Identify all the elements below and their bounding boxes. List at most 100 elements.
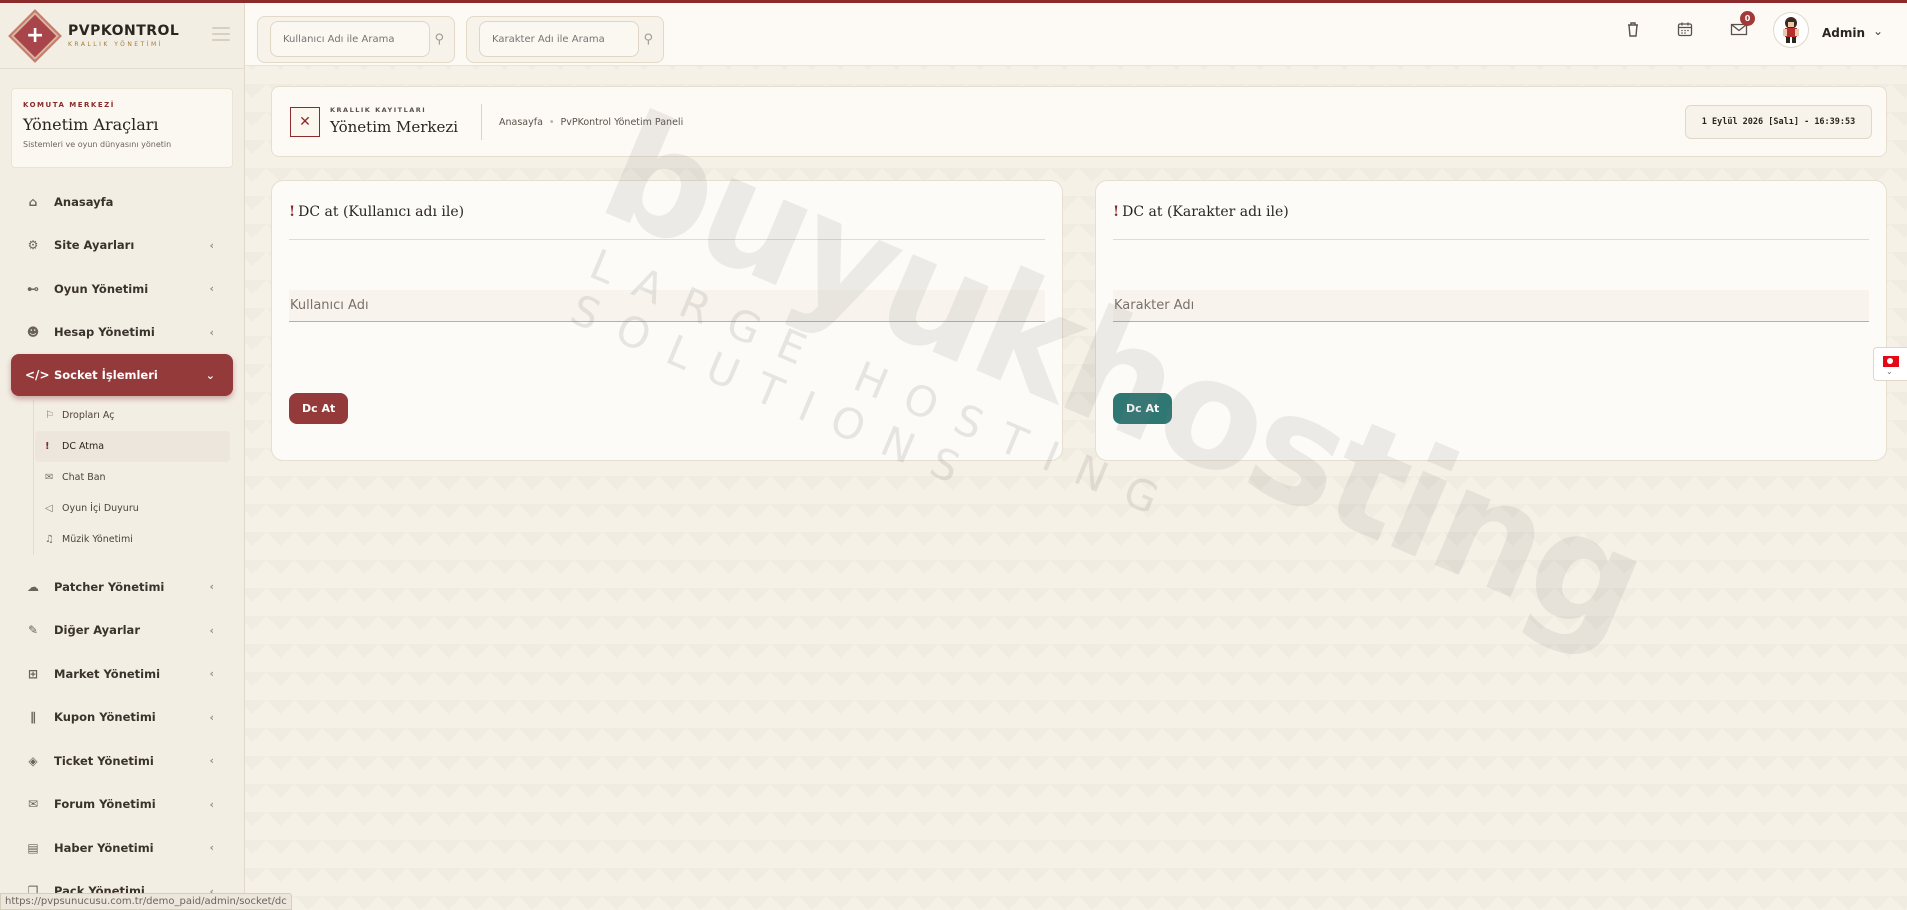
cart-icon: ⊞ — [27, 666, 39, 681]
close-icon[interactable]: ✕ — [290, 107, 320, 137]
sidebar-item-patcher-yonetimi[interactable]: ☁ Patcher Yönetimi ‹ — [0, 565, 244, 609]
chevron-left-icon: ‹ — [209, 238, 214, 252]
divider — [481, 104, 482, 140]
status-url: https://pvpsunucusu.com.tr/demo_paid/adm… — [0, 893, 292, 910]
sidebar-item-market-yonetimi[interactable]: ⊞ Market Yönetimi ‹ — [0, 652, 244, 696]
page-header-card: ✕ KRALLIK KAYITLARI Yönetim Merkezi Anas… — [271, 86, 1887, 157]
code-icon: </> — [25, 368, 50, 382]
chat-icon: ✉ — [45, 472, 54, 483]
breadcrumb-home-link[interactable]: Anasayfa — [499, 117, 543, 128]
sidebar-item-label: Site Ayarları — [54, 238, 135, 253]
sidebar-item-diger-ayarlar[interactable]: ✎ Diğer Ayarlar ‹ — [0, 609, 244, 653]
submenu-item-droplari-ac[interactable]: ⚐ Dropları Aç — [35, 400, 230, 431]
sidebar-item-oyun-yonetimi[interactable]: ⊷ Oyun Yönetimi ‹ — [0, 267, 244, 311]
gift-icon: ⚐ — [45, 410, 54, 421]
chevron-left-icon: ‹ — [209, 754, 214, 768]
sidebar-item-label: Haber Yönetimi — [54, 840, 154, 855]
gamepad-icon: ⊷ — [27, 281, 39, 296]
submenu-item-label: Oyun İçi Duyuru — [62, 503, 139, 514]
tools-description: Sistemleri ve oyun dünyasını yönetin — [23, 140, 172, 149]
ticket-icon: ◈ — [28, 753, 38, 768]
newspaper-icon: ▤ — [27, 840, 39, 855]
character-name-input[interactable] — [1113, 290, 1869, 322]
chevron-left-icon: ‹ — [209, 282, 214, 296]
dc-at-username-button[interactable]: Dc At — [289, 393, 349, 424]
exclamation-icon: ! — [45, 441, 50, 452]
hamburger-icon[interactable] — [212, 27, 230, 45]
sidebar-item-forum-yonetimi[interactable]: ✉ Forum Yönetimi ‹ — [0, 783, 244, 827]
sidebar-item-socket-islemleri[interactable]: </> Socket İşlemleri ⌄ — [11, 354, 233, 396]
users-icon: ☻ — [26, 325, 40, 340]
chevron-left-icon: ‹ — [209, 841, 214, 855]
submenu-item-label: Chat Ban — [62, 472, 106, 483]
exclamation-icon: ! — [289, 204, 296, 220]
sidebar-item-hesap-yonetimi[interactable]: ☻ Hesap Yönetimi ‹ — [0, 311, 244, 355]
sidebar-item-ticket-yonetimi[interactable]: ◈ Ticket Yönetimi ‹ — [0, 739, 244, 783]
chevron-left-icon: ‹ — [209, 667, 214, 681]
search-icon[interactable]: ⚲ — [643, 32, 653, 47]
gear-icon: ⚙ — [27, 238, 39, 253]
search-icon[interactable]: ⚲ — [434, 32, 444, 47]
brand[interactable]: + PVPKONTROL KRALLIK YÖNETİMİ — [0, 3, 244, 69]
user-search-box: ⚲ — [257, 16, 455, 63]
tools-card: KOMUTA MERKEZİ Yönetim Araçları Sistemle… — [11, 88, 233, 168]
sidebar-item-haber-yonetimi[interactable]: ▤ Haber Yönetimi ‹ — [0, 826, 244, 870]
submenu-item-muzik-yonetimi[interactable]: ♫ Müzik Yönetimi — [35, 524, 230, 555]
avatar[interactable] — [1773, 12, 1809, 48]
brand-subtitle: KRALLIK YÖNETİMİ — [68, 41, 163, 48]
sidebar-item-label: Diğer Ayarlar — [54, 623, 140, 638]
dc-at-character-button[interactable]: Dc At — [1113, 393, 1173, 424]
language-switcher[interactable]: ⌄ — [1873, 347, 1907, 381]
user-search-input[interactable] — [270, 21, 430, 57]
sidebar-item-label: Anasayfa — [54, 194, 114, 209]
exclamation-icon: ! — [1113, 204, 1120, 220]
calendar-icon[interactable] — [1677, 21, 1693, 41]
socket-submenu: ⚐ Dropları Aç ! DC Atma ✉ Chat Ban ◁ Oyu… — [33, 400, 230, 555]
character-search-box: ⚲ — [466, 16, 664, 63]
breadcrumb-current: PvPKontrol Yönetim Paneli — [560, 117, 684, 128]
dc-by-character-card: !DC at (Karakter adı ile) Dc At — [1095, 180, 1887, 461]
comments-icon: ✉ — [27, 797, 39, 812]
home-icon: ⌂ — [28, 194, 38, 209]
tools-title: Yönetim Araçları — [23, 115, 159, 134]
sidebar-item-anasayfa[interactable]: ⌂ Anasayfa — [0, 180, 244, 224]
chevron-down-icon[interactable]: ⌄ — [1873, 24, 1883, 38]
character-search-input[interactable] — [479, 21, 639, 57]
dc-by-username-card: !DC at (Kullanıcı adı ile) Dc At — [271, 180, 1063, 461]
page-kicker: KRALLIK KAYITLARI — [330, 106, 427, 114]
sidebar-menu-lower: ☁ Patcher Yönetimi ‹ ✎ Diğer Ayarlar ‹ ⊞… — [0, 565, 244, 910]
sidebar-item-label: Ticket Yönetimi — [54, 753, 154, 768]
chevron-left-icon: ‹ — [209, 623, 214, 637]
sidebar-item-label: Socket İşlemleri — [54, 368, 158, 382]
barcode-icon: ∥ — [30, 710, 36, 725]
sidebar-item-label: Patcher Yönetimi — [54, 579, 165, 594]
sidebar-item-label: Market Yönetimi — [54, 666, 161, 681]
chevron-left-icon: ‹ — [209, 710, 214, 724]
submenu-item-label: Dropları Aç — [62, 410, 115, 421]
sidebar-menu: ⌂ Anasayfa ⚙ Site Ayarları ‹ ⊷ Oyun Yöne… — [0, 180, 244, 396]
wrench-icon: ✎ — [27, 623, 39, 638]
submenu-item-label: Müzik Yönetimi — [62, 534, 133, 545]
sidebar-item-site-ayarlari[interactable]: ⚙ Site Ayarları ‹ — [0, 224, 244, 268]
sidebar-item-label: Forum Yönetimi — [54, 797, 156, 812]
username-input[interactable] — [289, 290, 1045, 322]
chevron-down-icon: ⌄ — [205, 368, 215, 382]
trash-icon[interactable] — [1626, 21, 1640, 41]
megaphone-icon: ◁ — [45, 503, 53, 514]
turkey-flag-icon — [1883, 356, 1899, 367]
card-title: ! DC at (Karakter adı ile) — [1113, 204, 1289, 220]
submenu-item-chat-ban[interactable]: ✉ Chat Ban — [35, 462, 230, 493]
datetime-display: 1 Eylül 2026 [Salı] - 16:39:53 — [1685, 105, 1872, 139]
submenu-item-dc-atma[interactable]: ! DC Atma — [35, 431, 230, 462]
breadcrumb-separator: • — [548, 117, 555, 128]
user-name[interactable]: Admin — [1822, 26, 1865, 40]
breadcrumb: Anasayfa • PvPKontrol Yönetim Paneli — [499, 117, 683, 128]
chevron-left-icon: ‹ — [209, 325, 214, 339]
music-icon: ♫ — [45, 534, 54, 545]
submenu-item-oyun-ici-duyuru[interactable]: ◁ Oyun İçi Duyuru — [35, 493, 230, 524]
sidebar: + PVPKONTROL KRALLIK YÖNETİMİ KOMUTA MER… — [0, 3, 245, 910]
sidebar-item-label: Hesap Yönetimi — [54, 325, 155, 340]
sidebar-item-kupon-yonetimi[interactable]: ∥ Kupon Yönetimi ‹ — [0, 696, 244, 740]
card-title: ! DC at (Kullanıcı adı ile) — [289, 204, 465, 220]
chevron-down-icon: ⌄ — [1886, 367, 1893, 376]
